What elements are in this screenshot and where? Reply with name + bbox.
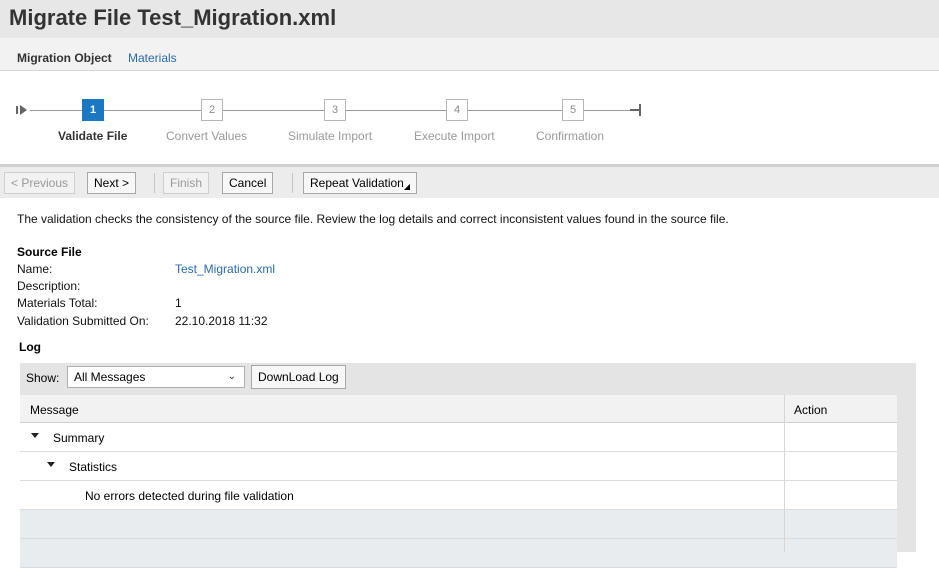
roadmap-step-3[interactable]: 3: [324, 99, 346, 121]
roadmap-end-icon: [630, 104, 641, 116]
name-value-link[interactable]: Test_Migration.xml: [175, 262, 275, 276]
toolbar-separator: [292, 173, 293, 193]
row-message: No errors detected during file validatio…: [85, 489, 294, 503]
column-divider: [784, 395, 785, 552]
name-label: Name:: [17, 262, 53, 276]
migration-object-label: Migration Object: [17, 51, 112, 65]
roadmap-step-5[interactable]: 5: [562, 99, 584, 121]
show-label: Show:: [26, 371, 60, 385]
roadmap-step-label-5[interactable]: Confirmation: [536, 129, 604, 143]
roadmap-step-1[interactable]: 1: [82, 99, 104, 121]
migration-object-link[interactable]: Materials: [128, 51, 177, 65]
expand-triangle-icon[interactable]: [47, 462, 55, 467]
chevron-down-icon: ⌄: [227, 371, 236, 382]
toolbar: < Previous Next > Finish Cancel Repeat V…: [0, 164, 939, 198]
toolbar-separator: [154, 173, 155, 193]
roadmap: 1 Validate File 2 Convert Values 3 Simul…: [0, 71, 939, 164]
roadmap-step-label-2[interactable]: Convert Values: [166, 129, 247, 143]
roadmap-step-label-3[interactable]: Simulate Import: [288, 129, 372, 143]
table-row[interactable]: Statistics: [20, 452, 897, 481]
show-filter-select[interactable]: All Messages ⌄: [67, 366, 245, 388]
roadmap-start-icon: [16, 105, 27, 115]
row-message: Statistics: [69, 460, 118, 474]
show-filter-value: All Messages: [74, 370, 146, 384]
title-bar: Migrate File Test_Migration.xml: [0, 0, 939, 38]
row-message: Summary: [53, 431, 105, 445]
next-button[interactable]: Next >: [87, 172, 137, 194]
validation-description: The validation checks the consistency of…: [17, 212, 729, 226]
table-row[interactable]: No errors detected during file validatio…: [20, 481, 897, 510]
roadmap-step-4[interactable]: 4: [446, 99, 468, 121]
column-header-action[interactable]: Action: [794, 403, 827, 417]
roadmap-step-label-4[interactable]: Execute Import: [414, 129, 495, 143]
log-table-header: Message Action: [20, 395, 897, 423]
migration-object-bar: Migration Object Materials: [0, 38, 939, 71]
download-log-button[interactable]: DownLoad Log: [251, 365, 346, 389]
log-panel: Show: All Messages ⌄ DownLoad Log Messag…: [20, 363, 916, 568]
description-label: Description:: [17, 279, 81, 293]
table-row-empty: [20, 510, 897, 539]
cancel-button[interactable]: Cancel: [222, 172, 274, 194]
log-title: Log: [19, 340, 41, 354]
table-row[interactable]: Summary: [20, 423, 897, 452]
vertical-scrollbar[interactable]: [897, 395, 916, 552]
dropdown-corner-icon: ◢: [403, 182, 410, 191]
source-file-title: Source File: [17, 245, 82, 259]
roadmap-step-label-1[interactable]: Validate File: [58, 129, 127, 143]
repeat-validation-label: Repeat Validation: [310, 176, 404, 190]
page-title: Migrate File Test_Migration.xml: [9, 5, 337, 30]
submitted-on-value: 22.10.2018 11:32: [175, 314, 268, 328]
finish-button[interactable]: Finish: [163, 172, 210, 194]
previous-button[interactable]: < Previous: [4, 172, 76, 194]
repeat-validation-button[interactable]: Repeat Validation◢: [303, 172, 417, 194]
materials-total-label: Materials Total:: [17, 296, 98, 310]
expand-triangle-icon[interactable]: [31, 433, 39, 438]
submitted-on-label: Validation Submitted On:: [17, 314, 149, 328]
table-row-empty: [20, 539, 897, 568]
roadmap-step-2[interactable]: 2: [201, 99, 223, 121]
materials-total-value: 1: [175, 296, 182, 310]
column-header-message[interactable]: Message: [30, 403, 79, 417]
